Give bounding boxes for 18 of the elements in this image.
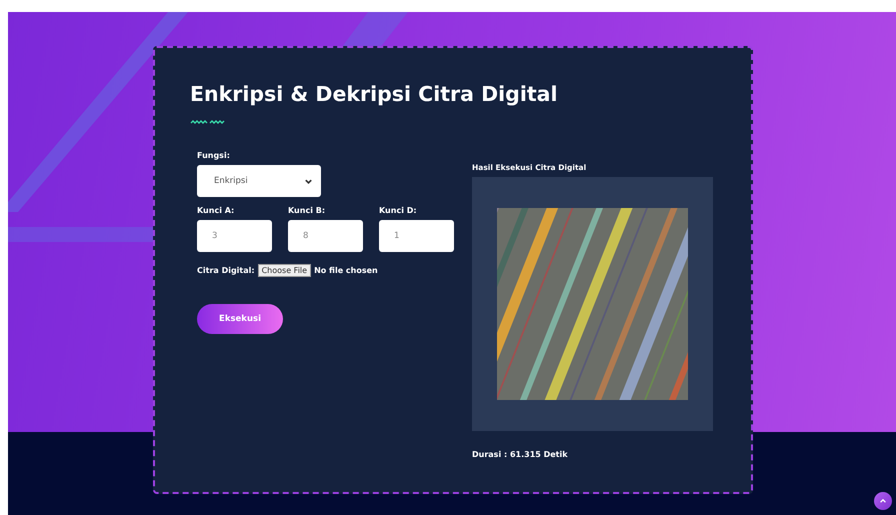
execute-button[interactable]: Eksekusi (197, 304, 283, 334)
chevron-down-icon (304, 176, 313, 186)
field-label: Fungsi: (197, 151, 231, 160)
squiggle-icon (190, 119, 226, 125)
chevron-up-icon (879, 497, 887, 505)
function-dropdown[interactable]: Enkripsi (197, 165, 321, 197)
input-field[interactable]: 3 (197, 220, 272, 252)
field-label: Kunci A: (197, 206, 236, 215)
duration-text: Durasi : 61.315 Detik (472, 450, 569, 459)
input-field[interactable]: 1 (379, 220, 454, 252)
choose-file-button[interactable]: Choose File (258, 264, 312, 277)
scroll-top-button[interactable] (874, 492, 892, 510)
field-label: Kunci D: (379, 206, 418, 215)
input-field[interactable]: 8 (288, 220, 363, 252)
file-status: No file chosen (314, 266, 378, 275)
field-label: Citra Digital: (197, 266, 255, 275)
page-title: Enkripsi & Dekripsi Citra Digital (190, 81, 558, 107)
field-label: Kunci B: (288, 206, 326, 215)
